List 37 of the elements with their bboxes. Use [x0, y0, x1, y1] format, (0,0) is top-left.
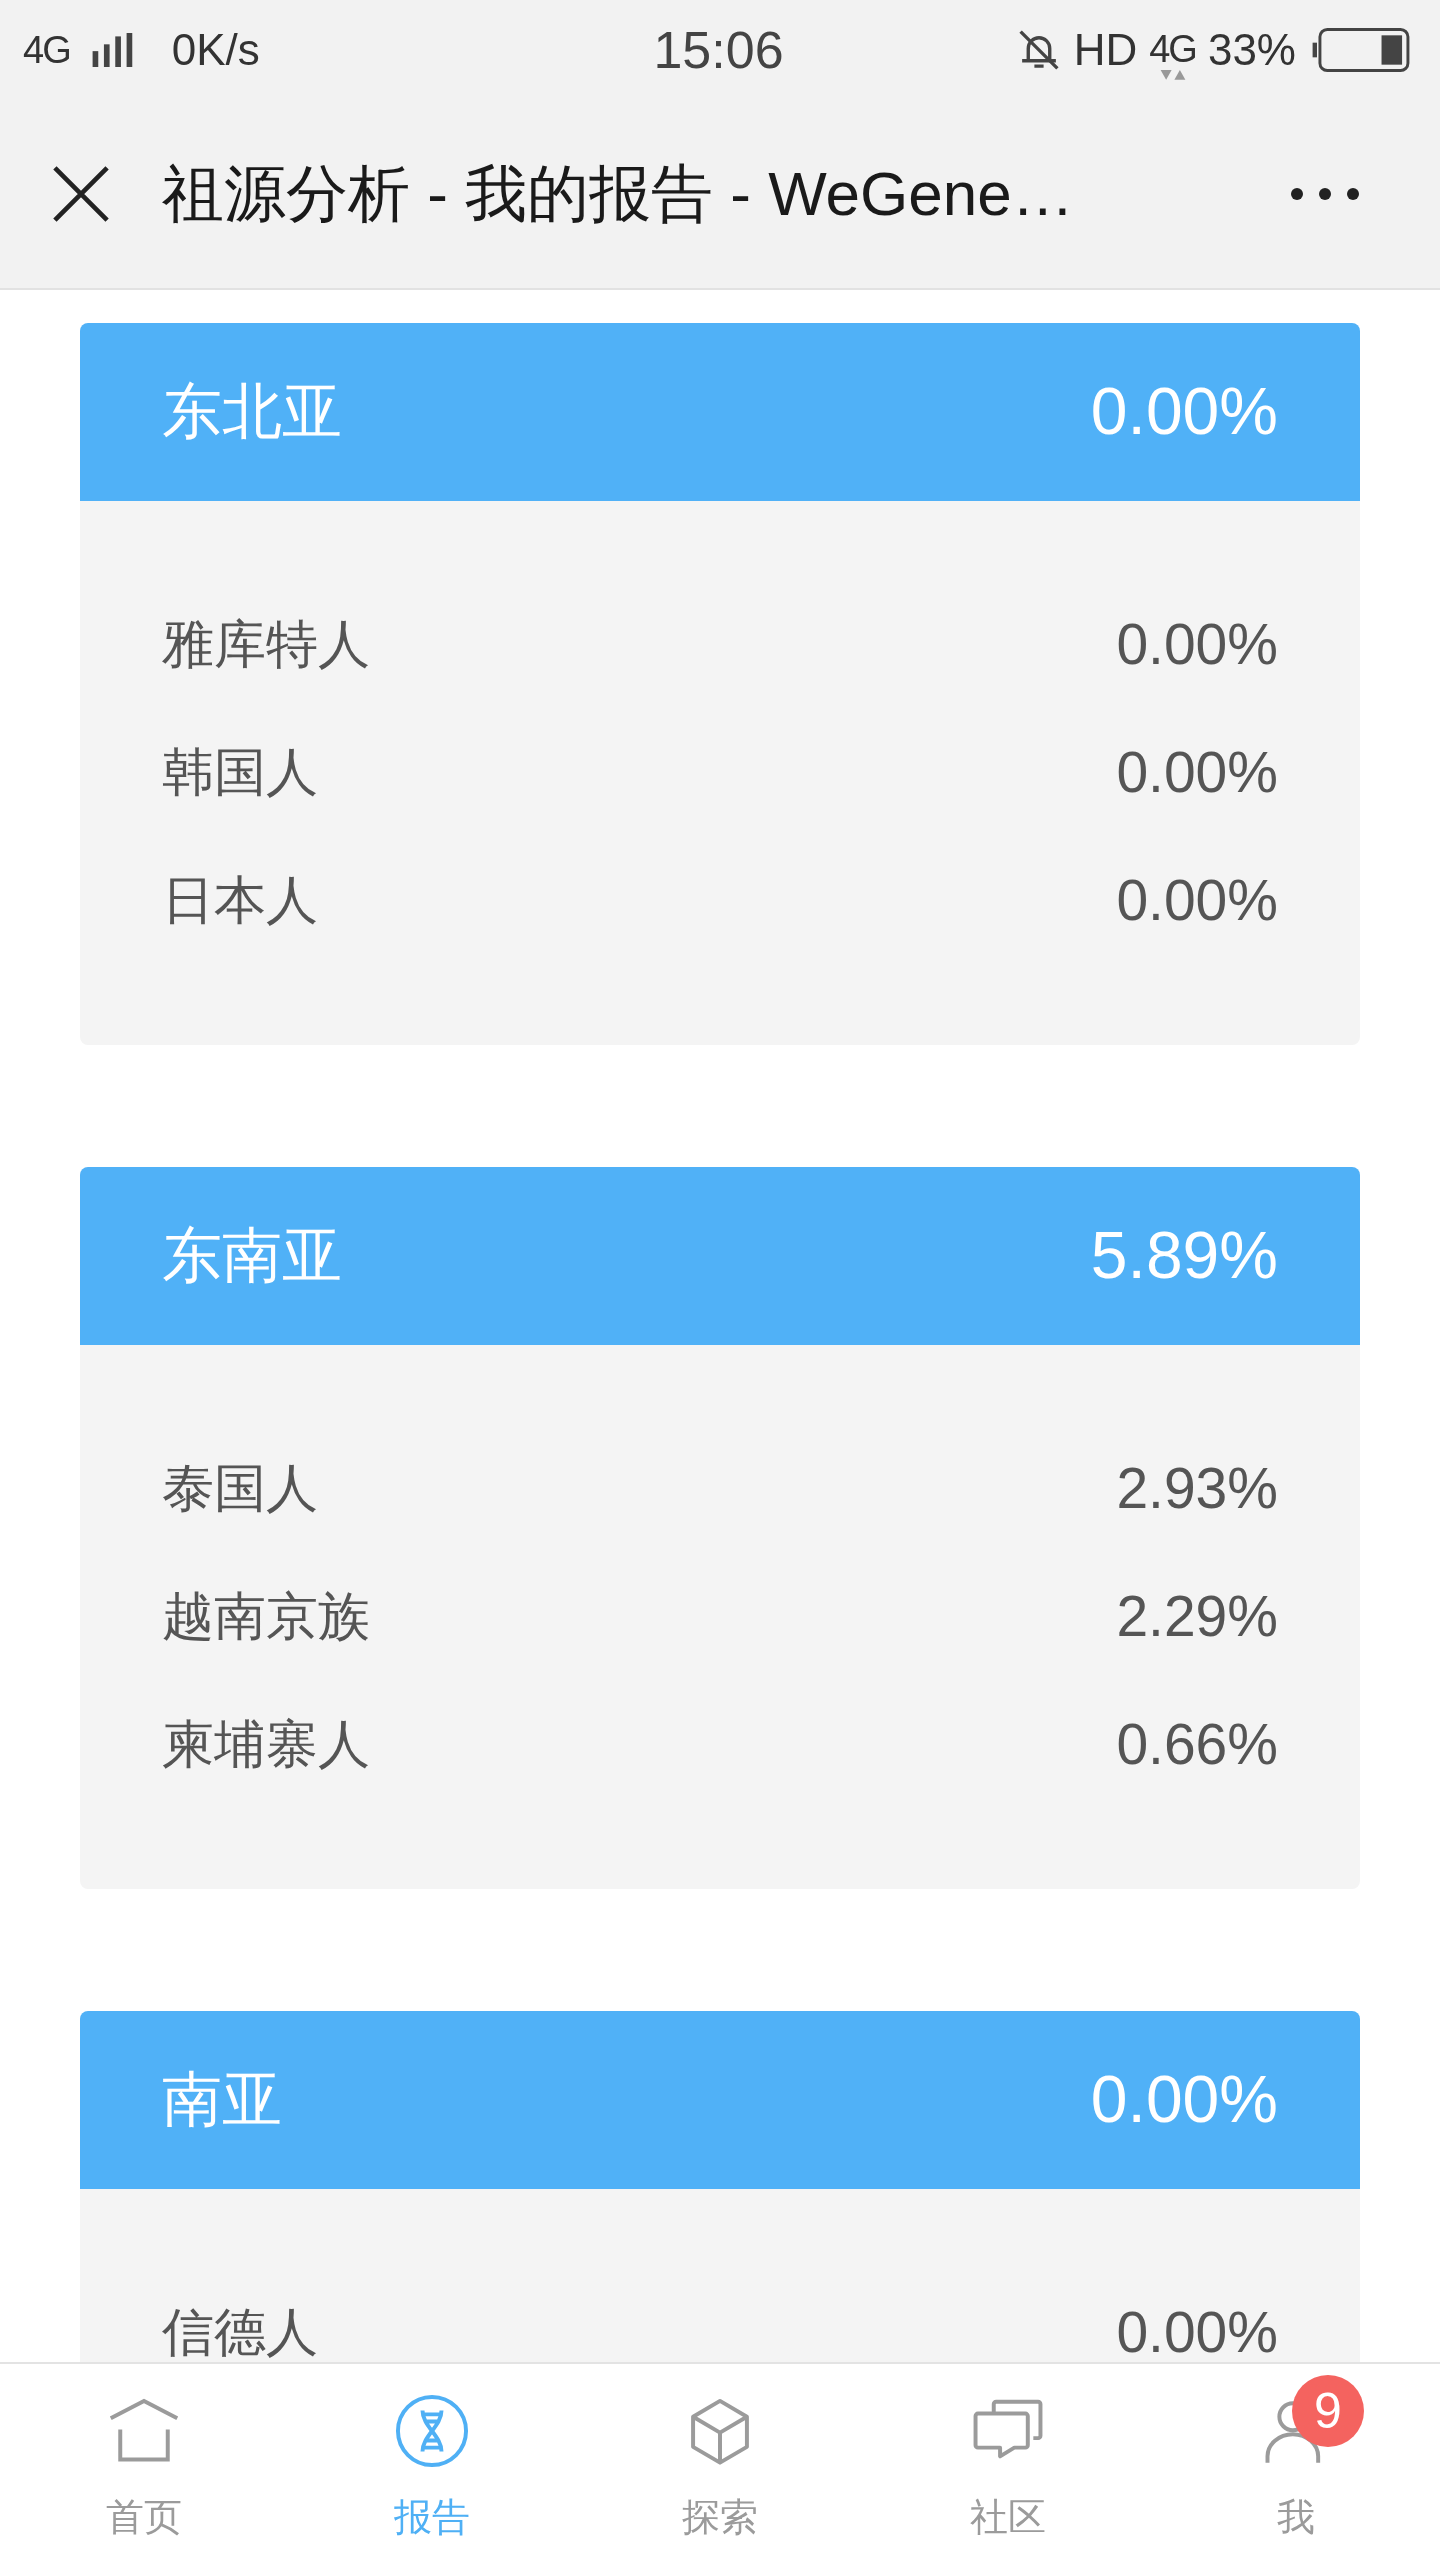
region-percent: 0.00% — [1090, 373, 1278, 451]
region-name: 南亚 — [162, 2065, 282, 2135]
population-percent: 0.66% — [1116, 1715, 1278, 1775]
nav-tab[interactable]: 探索 — [576, 2364, 864, 2560]
hd-indicator: HD — [1073, 28, 1138, 72]
region-name: 东南亚 — [162, 1221, 342, 1291]
population-name: 日本人 — [162, 872, 318, 930]
network-speed: 0K/s — [171, 28, 260, 72]
network-type: 4G — [1149, 29, 1196, 68]
nav-tab[interactable]: 9 我 — [1152, 2364, 1440, 2560]
population-percent: 0.00% — [1116, 743, 1278, 803]
population-percent: 0.00% — [1116, 615, 1278, 675]
population-name: 柬埔寨人 — [162, 1716, 370, 1774]
network-type: 4G — [23, 31, 70, 69]
population-name: 信德人 — [162, 2304, 318, 2362]
region-percent: 0.00% — [1090, 2061, 1278, 2139]
nav-tab[interactable]: 首页 — [0, 2364, 288, 2560]
population-name: 雅库特人 — [162, 616, 370, 674]
population-percent: 0.00% — [1116, 871, 1278, 931]
population-percent: 2.29% — [1116, 1587, 1278, 1647]
battery-percent: 33% — [1207, 28, 1296, 72]
population-percent: 2.93% — [1116, 1459, 1278, 1519]
population-name: 越南京族 — [162, 1588, 370, 1646]
data-arrows-icon — [1158, 69, 1187, 81]
nav-tab[interactable]: 社区 — [864, 2364, 1152, 2560]
page-title: 祖源分析 - 我的报告 - WeGene… — [162, 157, 1075, 230]
dna-icon — [394, 2393, 470, 2469]
region-name: 东北亚 — [162, 377, 342, 447]
more-icon[interactable] — [1290, 187, 1360, 201]
clock-time: 15:06 — [653, 24, 784, 76]
population-name: 韩国人 — [162, 744, 318, 802]
population-percent: 0.00% — [1116, 2303, 1278, 2362]
nav-tab[interactable]: 报告 — [288, 2364, 576, 2560]
close-icon[interactable] — [52, 165, 110, 223]
unread-count-badge: 9 — [1292, 2375, 1364, 2447]
region-percent: 5.89% — [1090, 1217, 1278, 1295]
population-name: 泰国人 — [162, 1460, 318, 1518]
